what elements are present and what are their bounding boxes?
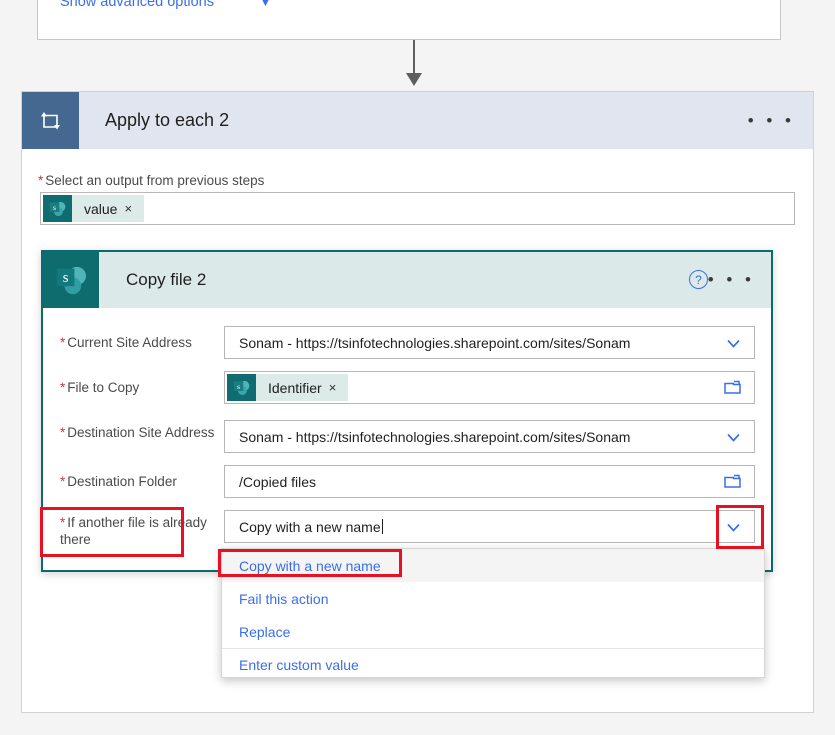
select-output-input[interactable]: s value × — [40, 192, 795, 225]
if-another-file-label-text: If another file is already there — [60, 515, 207, 547]
copy-file-card: s Copy file 2 ? • • • * Current Site Addr… — [41, 250, 773, 572]
required-marker: * — [60, 474, 66, 489]
svg-text:s: s — [237, 382, 240, 391]
folder-icon[interactable] — [724, 474, 741, 494]
required-marker: * — [38, 173, 44, 188]
destination-site-address-label-text: Destination Site Address — [67, 425, 215, 440]
token-label: Identifier — [268, 379, 322, 396]
destination-site-address-input[interactable]: Sonam - https://tsinfotechnologies.share… — [224, 420, 755, 453]
destination-site-address-value: Sonam - https://tsinfotechnologies.share… — [239, 428, 631, 445]
power-automate-flow-designer: Show advanced options ▼ Apply to each 2 … — [0, 0, 835, 735]
help-icon[interactable]: ? — [689, 270, 708, 289]
current-site-address-value: Sonam - https://tsinfotechnologies.share… — [239, 334, 631, 351]
if-another-file-input[interactable]: Copy with a new name — [224, 510, 755, 543]
apply-to-each-title: Apply to each 2 — [105, 110, 230, 130]
folder-icon[interactable] — [724, 380, 741, 400]
flow-connector-arrow — [406, 40, 422, 90]
svg-text:s: s — [53, 203, 56, 212]
apply-to-each-more-menu[interactable]: • • • — [748, 112, 795, 129]
token-chip-identifier[interactable]: s Identifier × — [227, 374, 349, 401]
chevron-down-icon[interactable] — [725, 429, 742, 446]
file-to-copy-label: * File to Copy — [60, 379, 225, 396]
destination-folder-label-text: Destination Folder — [67, 474, 177, 489]
chevron-down-icon[interactable] — [725, 335, 742, 352]
copy-file-more-menu[interactable]: • • • — [708, 271, 755, 288]
required-marker: * — [60, 425, 66, 440]
destination-folder-input[interactable]: /Copied files — [224, 465, 755, 498]
copy-file-title: Copy file 2 — [126, 270, 207, 289]
dropdown-option-copy-with-new-name[interactable]: Copy with a new name — [222, 549, 764, 582]
token-label: value — [84, 200, 118, 217]
dropdown-option-fail-this-action[interactable]: Fail this action — [222, 582, 764, 615]
if-another-file-value: Copy with a new name — [239, 518, 381, 535]
close-icon[interactable]: × — [124, 201, 144, 216]
chevron-down-icon[interactable] — [725, 519, 742, 536]
previous-action-card: Show advanced options ▼ — [37, 0, 781, 40]
destination-site-address-label: * Destination Site Address — [60, 424, 225, 441]
file-to-copy-label-text: File to Copy — [67, 380, 140, 395]
current-site-address-label-text: Current Site Address — [67, 335, 192, 350]
apply-to-each-header[interactable]: Apply to each 2 • • • — [22, 92, 813, 149]
file-to-copy-input[interactable]: s Identifier × — [224, 371, 755, 404]
destination-folder-value: /Copied files — [239, 473, 317, 490]
sharepoint-icon: s — [227, 374, 256, 401]
show-advanced-options-link[interactable]: Show advanced options — [60, 0, 214, 10]
if-another-file-dropdown-menu[interactable]: Copy with a new name Fail this action Re… — [221, 548, 765, 678]
svg-text:s: s — [63, 270, 69, 286]
chevron-down-icon[interactable]: ▼ — [260, 0, 271, 9]
token-chip-value[interactable]: s value × — [43, 195, 145, 222]
required-marker: * — [60, 515, 66, 530]
destination-folder-label: * Destination Folder — [60, 473, 225, 490]
down-arrow-icon — [406, 73, 422, 86]
if-another-file-label: * If another file is already there — [60, 514, 225, 548]
current-site-address-input[interactable]: Sonam - https://tsinfotechnologies.share… — [224, 326, 755, 359]
copy-file-header[interactable]: s Copy file 2 ? • • • — [43, 252, 771, 308]
required-marker: * — [60, 335, 66, 350]
close-icon[interactable]: × — [329, 380, 349, 395]
current-site-address-label: * Current Site Address — [60, 334, 225, 351]
sharepoint-icon: s — [43, 252, 99, 308]
dropdown-option-replace[interactable]: Replace — [222, 615, 764, 648]
text-cursor — [381, 519, 383, 534]
loop-repeat-icon — [22, 92, 79, 149]
required-marker: * — [60, 380, 66, 395]
select-output-label: * Select an output from previous steps — [38, 173, 264, 188]
dropdown-option-enter-custom-value[interactable]: Enter custom value — [222, 648, 764, 681]
select-output-label-text: Select an output from previous steps — [45, 173, 265, 188]
sharepoint-icon: s — [43, 195, 72, 222]
